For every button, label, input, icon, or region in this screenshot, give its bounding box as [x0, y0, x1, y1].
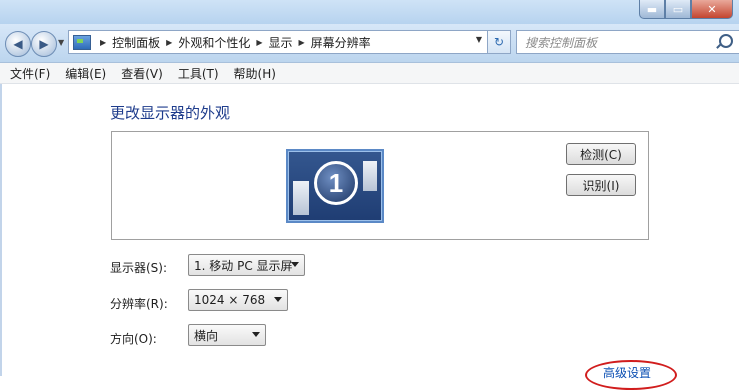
- navigation-bar: ◀ ▶ ▼ ▶ 控制面板 ▶ 外观和个性化 ▶ 显示 ▶ 屏幕分辨率 ▼ ↻ 搜…: [0, 24, 739, 63]
- monitor-icon[interactable]: 1: [286, 149, 384, 223]
- orientation-label: 方向(O):: [110, 332, 157, 346]
- breadcrumb-appearance[interactable]: 外观和个性化: [178, 34, 250, 51]
- identify-button[interactable]: 识别(I): [566, 174, 636, 196]
- monitor-number-badge: 1: [314, 161, 358, 205]
- menu-bar: 文件(F) 编辑(E) 查看(V) 工具(T) 帮助(H): [0, 63, 739, 84]
- menu-help[interactable]: 帮助(H): [234, 65, 276, 82]
- address-dropdown-button[interactable]: ▼: [476, 35, 482, 44]
- breadcrumb-control-panel[interactable]: 控制面板: [112, 34, 160, 51]
- display-label: 显示器(S):: [110, 261, 168, 275]
- forward-button[interactable]: ▶: [31, 31, 57, 57]
- back-arrow-icon: ◀: [13, 37, 23, 51]
- display-select-value: 1. 移动 PC 显示屏: [194, 258, 293, 273]
- menu-tools[interactable]: 工具(T): [178, 65, 219, 82]
- breadcrumb-separator[interactable]: ▶: [100, 38, 106, 47]
- chevron-down-icon: [274, 297, 282, 302]
- minimize-button[interactable]: ▬: [639, 0, 665, 19]
- window-left-border: [0, 84, 2, 376]
- breadcrumb-separator[interactable]: ▶: [166, 38, 172, 47]
- resolution-select-value: 1024 × 768: [194, 293, 266, 307]
- recent-pages-dropdown[interactable]: ▼: [58, 38, 64, 47]
- menu-file[interactable]: 文件(F): [10, 65, 50, 82]
- breadcrumb-separator[interactable]: ▶: [299, 38, 305, 47]
- monitor-window-graphic: [293, 181, 309, 215]
- orientation-select[interactable]: 横向: [188, 324, 266, 346]
- breadcrumb-screen-resolution[interactable]: 屏幕分辨率: [311, 34, 371, 51]
- menu-view[interactable]: 查看(V): [121, 65, 163, 82]
- orientation-select-value: 横向: [194, 328, 219, 343]
- refresh-button[interactable]: ↻: [487, 30, 511, 54]
- title-bar: ▬ ▭ ✕: [0, 0, 739, 24]
- forward-arrow-icon: ▶: [39, 37, 49, 51]
- detect-button[interactable]: 检测(C): [566, 143, 636, 165]
- breadcrumb-display[interactable]: 显示: [269, 34, 293, 51]
- control-panel-icon: [73, 34, 91, 50]
- display-select[interactable]: 1. 移动 PC 显示屏: [188, 254, 305, 276]
- page-title: 更改显示器的外观: [110, 104, 231, 122]
- advanced-settings-link[interactable]: 高级设置: [603, 364, 651, 381]
- search-box[interactable]: 搜索控制面板: [516, 30, 739, 54]
- address-bar[interactable]: ▶ 控制面板 ▶ 外观和个性化 ▶ 显示 ▶ 屏幕分辨率 ▼: [68, 30, 488, 54]
- close-button[interactable]: ✕: [691, 0, 733, 19]
- menu-edit[interactable]: 编辑(E): [65, 65, 106, 82]
- resolution-select[interactable]: 1024 × 768: [188, 289, 288, 311]
- search-input[interactable]: 搜索控制面板: [525, 34, 597, 51]
- refresh-icon: ↻: [493, 35, 505, 49]
- chevron-down-icon: [291, 262, 299, 267]
- back-button[interactable]: ◀: [5, 31, 31, 57]
- maximize-button[interactable]: ▭: [665, 0, 691, 19]
- breadcrumb-separator[interactable]: ▶: [256, 38, 262, 47]
- monitor-window-graphic: [363, 161, 377, 191]
- resolution-label: 分辨率(R):: [110, 297, 168, 311]
- chevron-down-icon: [252, 332, 260, 337]
- window-controls: ▬ ▭ ✕: [639, 0, 733, 19]
- search-icon[interactable]: [719, 34, 733, 48]
